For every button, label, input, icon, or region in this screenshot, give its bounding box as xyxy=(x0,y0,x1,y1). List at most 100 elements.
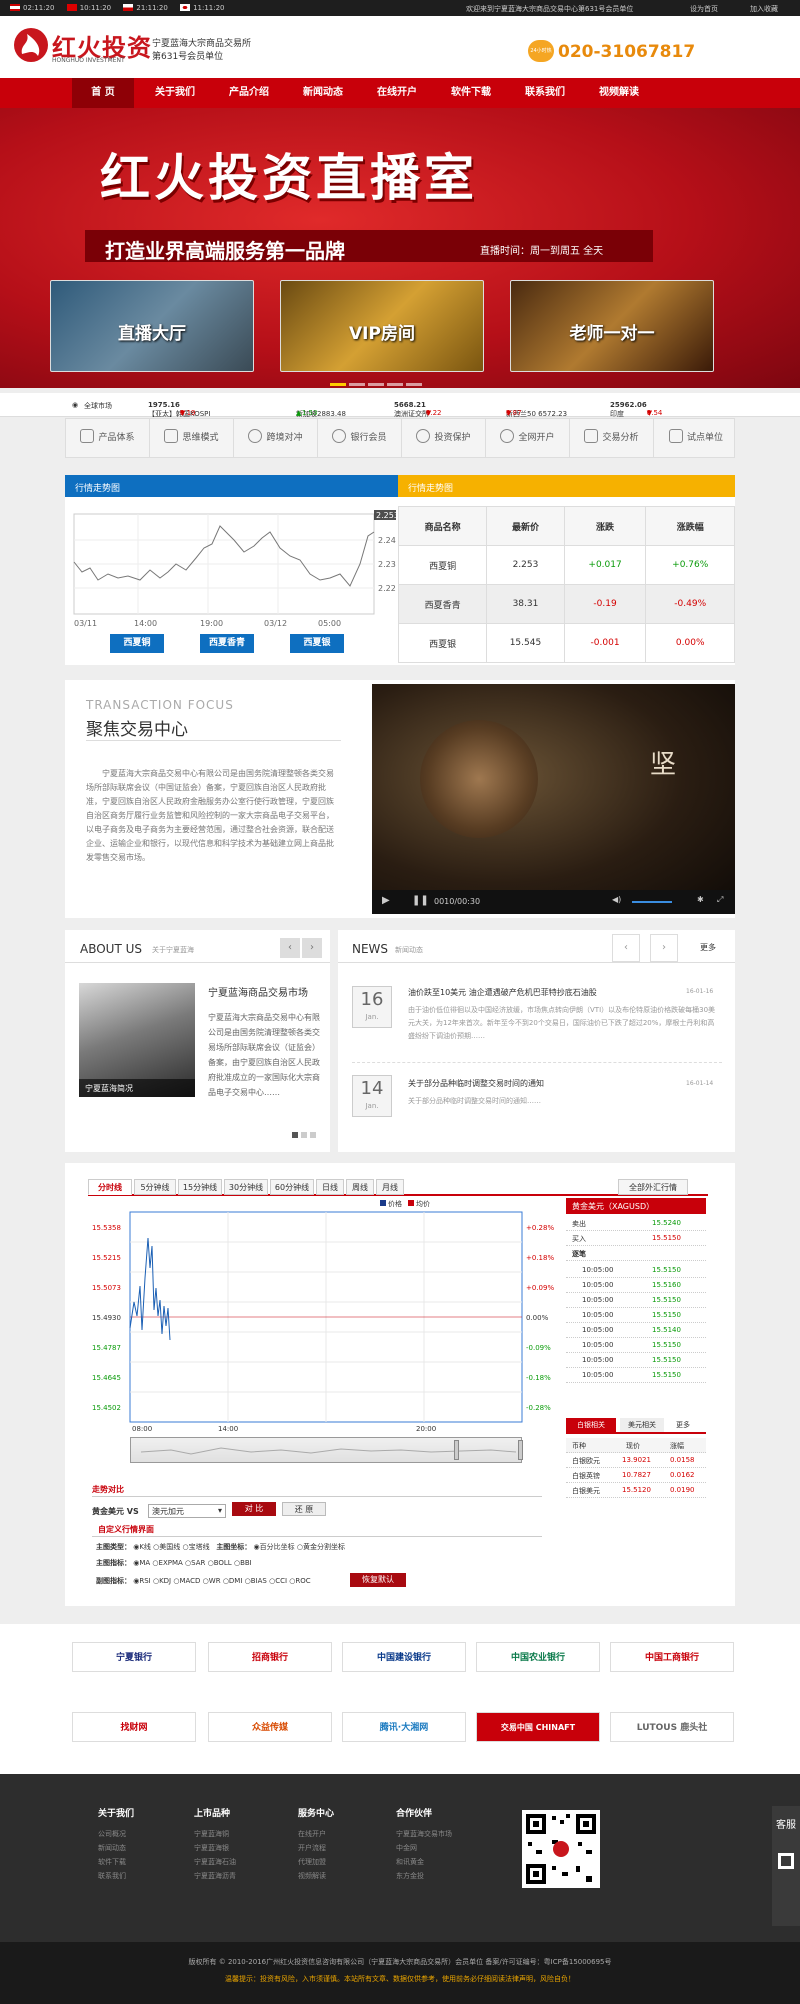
radio-kdj[interactable]: ○KDJ xyxy=(153,1577,171,1585)
nav-video[interactable]: 视频解读 xyxy=(584,78,654,108)
nav-contact[interactable]: 联系我们 xyxy=(510,78,580,108)
table-row[interactable]: 西夏铜 2.253 +0.017 +0.76% xyxy=(397,545,735,585)
quick-hedge[interactable]: 跨境对冲 xyxy=(234,419,318,457)
btn-xiangqing[interactable]: 西夏香青 xyxy=(200,634,254,653)
news-next-button[interactable]: › xyxy=(650,934,678,962)
range-handle[interactable] xyxy=(518,1440,523,1460)
tab-silver-related[interactable]: 白银相关 xyxy=(566,1418,616,1432)
partner-logo[interactable]: 宁夏银行 xyxy=(72,1642,196,1672)
footer-link[interactable]: 东方金投 xyxy=(396,1869,452,1883)
footer-link[interactable]: 在线开户 xyxy=(298,1827,334,1841)
partner-logo[interactable]: 中国工商银行 xyxy=(610,1642,734,1672)
btn-copper[interactable]: 西夏铜 xyxy=(110,634,164,653)
volume-slider[interactable] xyxy=(632,901,672,903)
related-row[interactable]: 白银欧元 13.9021 0.0158 xyxy=(566,1453,706,1468)
quick-product-system[interactable]: 产品体系 xyxy=(66,419,150,457)
partner-logo[interactable]: 腾讯·大湘网 xyxy=(342,1712,466,1742)
quick-protection[interactable]: 投资保护 xyxy=(402,419,486,457)
radio-macd[interactable]: ○MACD xyxy=(173,1577,200,1585)
radio-bias[interactable]: ○BIAS xyxy=(245,1577,267,1585)
radio-cci[interactable]: ○CCI xyxy=(269,1577,287,1585)
tile-live-hall[interactable]: 直播大厅 xyxy=(50,280,254,372)
quick-open[interactable]: 全网开户 xyxy=(486,419,570,457)
radio-sar[interactable]: ○SAR xyxy=(185,1559,205,1567)
news-headline[interactable]: 油价跌至10美元 油企遭遇破产危机巴菲特抄底石油股 xyxy=(408,987,597,998)
related-row[interactable]: 白银美元 15.5120 0.0190 xyxy=(566,1483,706,1498)
radio-golden[interactable]: ○黄金分割坐标 xyxy=(297,1543,345,1551)
nav-news[interactable]: 新闻动态 xyxy=(288,78,358,108)
about-heading[interactable]: 宁夏蓝海商品交易市场 xyxy=(208,984,308,999)
nav-products[interactable]: 产品介绍 xyxy=(214,78,284,108)
pager-dot[interactable] xyxy=(406,383,422,386)
footer-link[interactable]: 和讯黄金 xyxy=(396,1855,452,1869)
play-icon[interactable]: ▶ xyxy=(382,895,390,906)
video-player[interactable]: 坚 xyxy=(372,684,735,914)
ticker-item[interactable]: 【亚太】韩国KOSPI 1975.16 ▼ 0.19 xyxy=(148,401,210,418)
tab-15min[interactable]: 15分钟线 xyxy=(178,1179,222,1195)
ticker-item[interactable]: 澳洲证交所 5668.21 ▼ 0.22 xyxy=(394,401,441,418)
footer-link[interactable]: 代理加盟 xyxy=(298,1855,334,1869)
tile-vip-room[interactable]: VIP房间 xyxy=(280,280,484,372)
settings-icon[interactable]: ✱ xyxy=(697,895,704,904)
radio-roc[interactable]: ○ROC xyxy=(289,1577,310,1585)
related-more-link[interactable]: 更多 xyxy=(676,1420,690,1430)
compare-select[interactable]: 澳元加元 ▾ xyxy=(148,1504,226,1518)
quick-thinking[interactable]: 思维模式 xyxy=(150,419,234,457)
radio-kline[interactable]: ◉K线 xyxy=(133,1543,151,1551)
table-row[interactable]: 西夏银 15.545 -0.001 0.00% xyxy=(397,623,735,663)
partner-logo[interactable]: 中国建设银行 xyxy=(342,1642,466,1672)
partner-logo[interactable]: 众益传媒 xyxy=(208,1712,332,1742)
related-row[interactable]: 白银英镑 10.7827 0.0162 xyxy=(566,1468,706,1483)
add-favorite-link[interactable]: 加入收藏 xyxy=(750,4,778,14)
radio-boll[interactable]: ○BOLL xyxy=(208,1559,232,1567)
range-handle[interactable] xyxy=(454,1440,459,1460)
tab-timeshare[interactable]: 分时线 xyxy=(88,1179,132,1195)
set-home-link[interactable]: 设为首页 xyxy=(690,4,718,14)
footer-link[interactable]: 公司概况 xyxy=(98,1827,134,1841)
tab-month[interactable]: 月线 xyxy=(376,1179,404,1195)
partner-logo[interactable]: LUTOUS 鹿头社 xyxy=(610,1712,734,1742)
quick-pilot[interactable]: 试点单位 xyxy=(654,419,738,457)
tab-60min[interactable]: 60分钟线 xyxy=(270,1179,314,1195)
radio-tower[interactable]: ○宝塔线 xyxy=(183,1543,210,1551)
nav-download[interactable]: 软件下载 xyxy=(436,78,506,108)
radio-ma[interactable]: ◉MA xyxy=(133,1559,150,1567)
nav-home[interactable]: 首 页 xyxy=(72,78,134,108)
radio-percent[interactable]: ◉百分比坐标 xyxy=(254,1543,295,1551)
pager-dot[interactable] xyxy=(330,383,346,386)
tile-one-on-one[interactable]: 老师一对一 xyxy=(510,280,714,372)
footer-link[interactable]: 宁夏蓝海铜 xyxy=(194,1827,236,1841)
side-service-tab[interactable]: 客服 xyxy=(772,1806,800,1926)
table-row[interactable]: 西夏香青 38.31 -0.19 -0.49% xyxy=(397,584,735,624)
about-next-button[interactable]: › xyxy=(302,938,322,958)
footer-link[interactable]: 软件下载 xyxy=(98,1855,134,1869)
tab-30min[interactable]: 30分钟线 xyxy=(224,1179,268,1195)
tab-day[interactable]: 日线 xyxy=(316,1179,344,1195)
footer-link[interactable]: 宁夏蓝海石油 xyxy=(194,1855,236,1869)
tab-5min[interactable]: 5分钟线 xyxy=(134,1179,176,1195)
tab-week[interactable]: 周线 xyxy=(346,1179,374,1195)
footer-link[interactable]: 联系我们 xyxy=(98,1869,134,1883)
about-prev-button[interactable]: ‹ xyxy=(280,938,300,958)
pager-dot[interactable] xyxy=(368,383,384,386)
footer-link[interactable]: 宁夏蓝海银 xyxy=(194,1841,236,1855)
partner-logo[interactable]: 找财网 xyxy=(72,1712,196,1742)
radio-us[interactable]: ○美国线 xyxy=(153,1543,180,1551)
nav-open-account[interactable]: 在线开户 xyxy=(362,78,432,108)
restore-default-button[interactable]: 恢复默认 xyxy=(350,1573,406,1587)
news-more-link[interactable]: 更多 xyxy=(700,942,716,953)
partner-logo[interactable]: 中国农业银行 xyxy=(476,1642,600,1672)
news-prev-button[interactable]: ‹ xyxy=(612,934,640,962)
radio-rsi[interactable]: ◉RSI xyxy=(133,1577,150,1585)
partner-logo[interactable]: 招商银行 xyxy=(208,1642,332,1672)
footer-link[interactable]: 中金网 xyxy=(396,1841,452,1855)
reset-button[interactable]: 还 原 xyxy=(282,1502,326,1516)
ticker-item[interactable]: 印度 25962.06 ▼ 0.54 xyxy=(610,401,662,418)
compare-button[interactable]: 对 比 xyxy=(232,1502,276,1516)
footer-link[interactable]: 宁夏蓝海沥青 xyxy=(194,1869,236,1883)
quick-bank[interactable]: 银行会员 xyxy=(318,419,402,457)
footer-link[interactable]: 新闻动态 xyxy=(98,1841,134,1855)
partner-logo[interactable]: 交易中国 CHINAFT xyxy=(476,1712,600,1742)
all-forex-button[interactable]: 全部外汇行情 xyxy=(618,1179,688,1195)
volume-icon[interactable]: ◀) xyxy=(612,895,621,904)
